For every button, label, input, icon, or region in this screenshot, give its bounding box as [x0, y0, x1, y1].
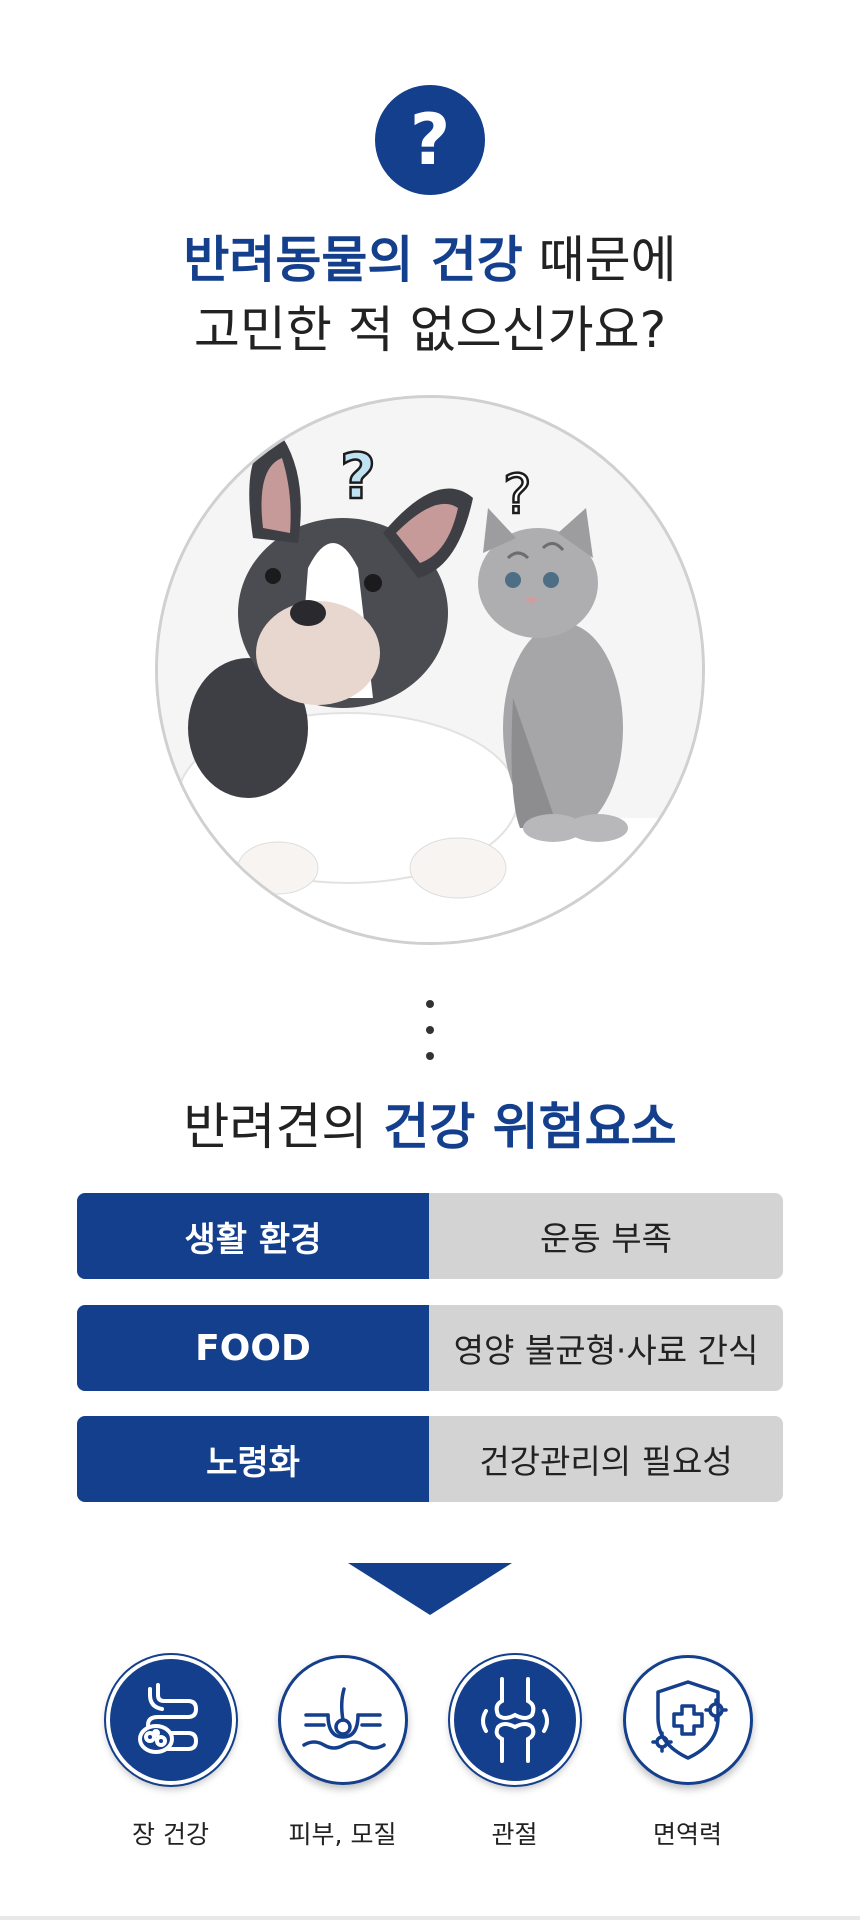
headline-highlight: 반려동물의 건강	[183, 231, 523, 289]
risk-title-plain: 반려견의	[183, 1098, 384, 1156]
category-skin-hair: 피부, 모질	[275, 1655, 410, 1851]
intestine-icon	[103, 1653, 238, 1787]
skin-hair-icon	[277, 1655, 408, 1785]
risk-row: FOOD 영양 불균형·사료 간식	[77, 1305, 783, 1391]
joint-icon	[447, 1653, 582, 1787]
risk-value: 영양 불균형·사료 간식	[429, 1305, 783, 1391]
risk-label: 노령화	[77, 1416, 429, 1502]
risk-title-highlight: 건강 위험요소	[383, 1098, 677, 1156]
dog-question-mark: ?	[340, 440, 376, 513]
risk-label: 생활 환경	[77, 1193, 429, 1279]
category-joint: 관절	[447, 1653, 582, 1851]
dog-and-kitten-illustration: ? ?	[158, 398, 702, 942]
risk-row: 생활 환경 운동 부족	[77, 1193, 783, 1279]
vertical-dots-icon	[424, 1000, 436, 1078]
category-label: 관절	[491, 1820, 538, 1849]
pet-photo: ? ?	[155, 395, 705, 945]
category-intestine: 장 건강	[103, 1653, 238, 1851]
headline-line-1: 반려동물의 건강 때문에	[0, 225, 860, 295]
risk-label: FOOD	[77, 1305, 429, 1391]
category-immunity: 면역력	[620, 1655, 755, 1851]
headline-rest: 때문에	[522, 231, 677, 289]
bottom-divider	[0, 1916, 860, 1920]
category-label: 피부, 모질	[288, 1820, 397, 1849]
risk-value: 운동 부족	[429, 1193, 783, 1279]
cat-question-mark: ?	[503, 463, 532, 526]
risk-row: 노령화 건강관리의 필요성	[77, 1416, 783, 1502]
risk-value: 건강관리의 필요성	[429, 1416, 783, 1502]
question-mark: ?	[409, 99, 451, 181]
category-label: 장 건강	[132, 1820, 209, 1849]
down-arrow-icon	[348, 1563, 512, 1615]
immune-shield-icon	[622, 1655, 753, 1785]
risk-section-title: 반려견의 건강 위험요소	[0, 1092, 860, 1162]
headline-line-2: 고민한 적 없으신가요?	[193, 301, 667, 359]
category-label: 면역력	[652, 1820, 722, 1849]
question-badge-icon: ?	[375, 85, 485, 195]
